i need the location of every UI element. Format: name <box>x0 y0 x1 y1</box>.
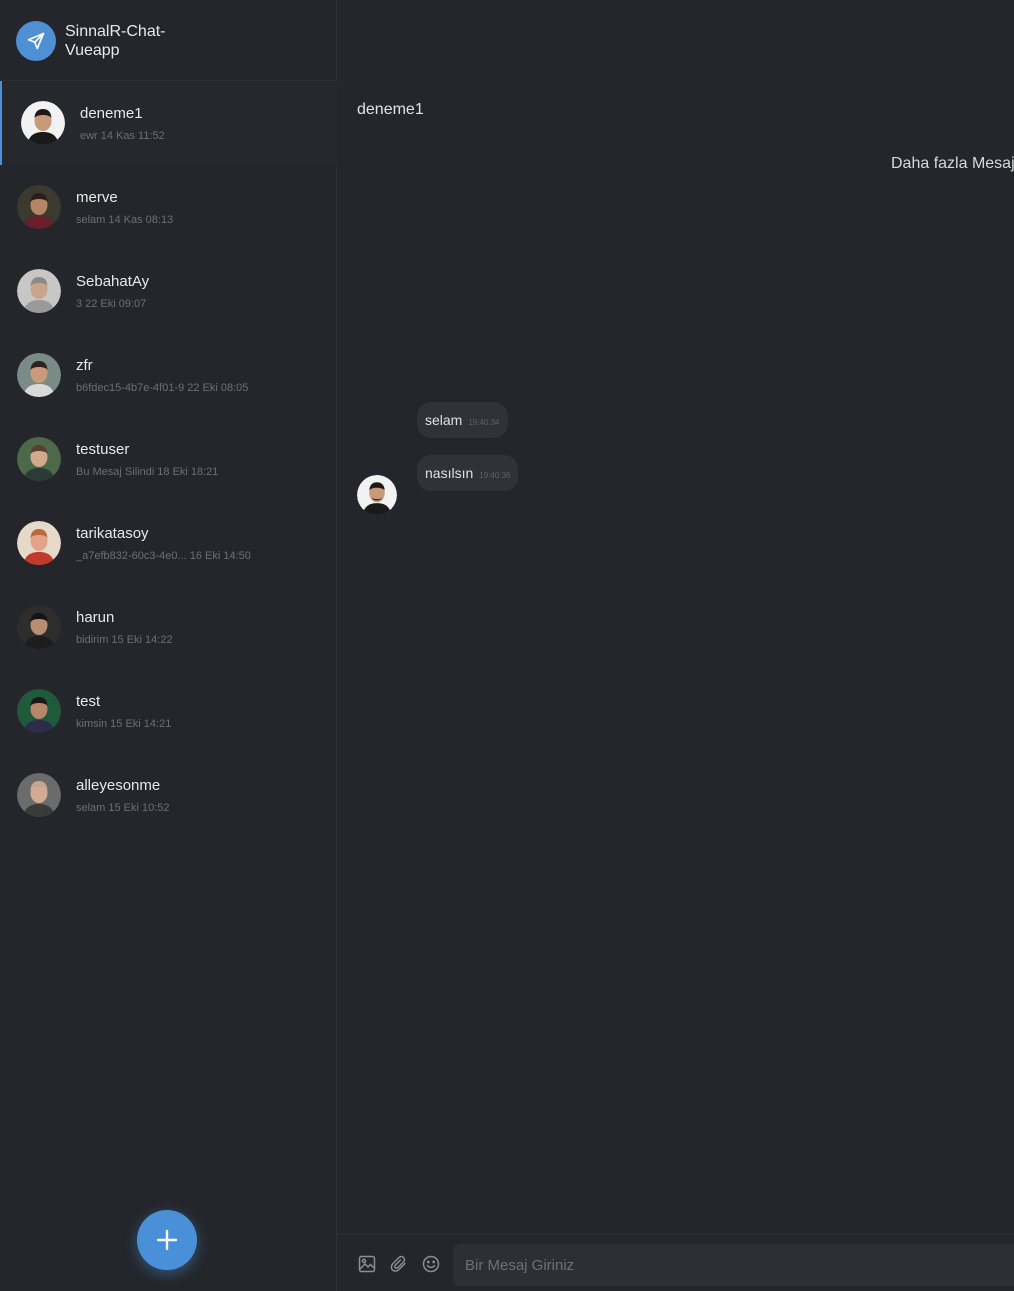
contact-preview: ewr 14 Kas 11:52 <box>80 130 165 142</box>
image-icon[interactable] <box>357 1254 377 1274</box>
message-text: selam <box>425 412 463 428</box>
last-message-time: 15 Eki 14:21 <box>110 718 172 730</box>
last-message-time: 15 Eki 14:22 <box>111 634 173 646</box>
last-message: selam <box>76 802 106 814</box>
contact-name: zfr <box>76 357 93 374</box>
avatar <box>17 689 61 733</box>
last-message-time: 22 Eki 09:07 <box>85 298 147 310</box>
app-title: SinnalR-Chat-Vueapp <box>65 23 166 59</box>
contact-preview: selam 14 Kas 08:13 <box>76 214 173 226</box>
sender-avatar <box>357 475 397 515</box>
message-composer <box>337 1234 1014 1291</box>
last-message: _a7efb832-60c3-4e0... <box>76 550 187 562</box>
message-bubble: selam 19:40:34 <box>417 402 508 438</box>
contact-name: deneme1 <box>80 105 143 122</box>
chat-panel: deneme1 Daha fazla Mesaj selam 19:40:34 … <box>337 0 1014 1291</box>
chat-title: deneme1 <box>357 101 424 118</box>
last-message-time: 15 Eki 10:52 <box>108 802 170 814</box>
message-input-wrapper <box>453 1244 1014 1286</box>
last-message: selam <box>76 214 106 226</box>
new-chat-button[interactable] <box>137 1210 197 1270</box>
contact-item-test[interactable]: test kimsin 15 Eki 14:21 <box>0 669 337 753</box>
contact-preview: selam 15 Eki 10:52 <box>76 802 170 814</box>
last-message: kimsin <box>76 718 108 730</box>
paperclip-icon[interactable] <box>389 1254 409 1274</box>
contact-name: alleyesonme <box>76 777 161 794</box>
contact-name: test <box>76 693 101 710</box>
avatar <box>17 185 61 229</box>
contact-item-harun[interactable]: harun bidirim 15 Eki 14:22 <box>0 585 337 669</box>
load-more-messages-link[interactable]: Daha fazla Mesaj <box>891 155 1014 173</box>
avatar <box>17 605 61 649</box>
contact-name: tarikatasoy <box>76 525 149 542</box>
last-message-time: 18 Eki 18:21 <box>157 466 219 478</box>
message-time: 19:40:34 <box>468 417 500 427</box>
last-message-time: 14 Kas 08:13 <box>108 214 174 226</box>
contact-item-zfr[interactable]: zfr b6fdec15-4b7e-4f01-9 22 Eki 08:05 <box>0 333 337 417</box>
last-message-time: 14 Kas 11:52 <box>100 130 165 142</box>
last-message: b6fdec15-4b7e-4f01-9 <box>76 382 185 394</box>
message-time: 19:40:36 <box>479 470 511 480</box>
contact-list: deneme1 ewr 14 Kas 11:52 merve selam 14 Kas 0… <box>0 81 337 837</box>
contact-item-sebahatay[interactable]: SebahatAy 3 22 Eki 09:07 <box>0 249 337 333</box>
contact-item-merve[interactable]: merve selam 14 Kas 08:13 <box>0 165 337 249</box>
last-message-time: 16 Eki 14:50 <box>189 550 251 562</box>
contact-preview: 3 22 Eki 09:07 <box>76 298 146 310</box>
contact-preview: b6fdec15-4b7e-4f01-9 22 Eki 08:05 <box>76 382 248 394</box>
message-bubble: nasılsın 19:40:36 <box>417 455 519 491</box>
message-text: nasılsın <box>425 465 474 481</box>
send-icon <box>16 21 56 61</box>
contact-item-alleyesonme[interactable]: alleyesonme selam 15 Eki 10:52 <box>0 753 337 837</box>
avatar <box>17 521 61 565</box>
last-message: Bu Mesaj Silindi <box>76 466 155 478</box>
contact-item-deneme1[interactable]: deneme1 ewr 14 Kas 11:52 <box>0 81 337 165</box>
last-message: 3 <box>76 298 83 310</box>
contact-preview: kimsin 15 Eki 14:21 <box>76 718 171 730</box>
contact-preview: bidirim 15 Eki 14:22 <box>76 634 173 646</box>
avatar <box>17 269 61 313</box>
contact-preview: Bu Mesaj Silindi 18 Eki 18:21 <box>76 466 218 478</box>
contact-preview: _a7efb832-60c3-4e0... 16 Eki 14:50 <box>76 550 251 562</box>
message-input[interactable] <box>453 1244 1014 1286</box>
chat-app: SinnalR-Chat-Vueapp deneme1 ewr 14 Kas 11:… <box>0 0 1014 1291</box>
last-message: bidirim <box>76 634 109 646</box>
avatar <box>17 773 61 817</box>
contact-name: harun <box>76 609 115 626</box>
avatar <box>17 353 61 397</box>
contact-name: testuser <box>76 441 130 458</box>
last-message: ewr <box>80 130 98 142</box>
sidebar: SinnalR-Chat-Vueapp deneme1 ewr 14 Kas 11:… <box>0 0 337 1291</box>
contact-name: merve <box>76 189 118 206</box>
avatar <box>17 437 61 481</box>
chat-header: deneme1 <box>337 81 1014 141</box>
last-message-time: 22 Eki 08:05 <box>187 382 249 394</box>
plus-icon <box>156 1229 178 1251</box>
contact-item-testuser[interactable]: testuser Bu Mesaj Silindi 18 Eki 18:21 <box>0 417 337 501</box>
contact-item-tarikatasoy[interactable]: tarikatasoy _a7efb832-60c3-4e0... 16 Eki 1… <box>0 501 337 585</box>
avatar <box>21 101 65 145</box>
brand-header: SinnalR-Chat-Vueapp <box>0 2 337 81</box>
contact-name: SebahatAy <box>76 273 150 290</box>
smiley-icon[interactable] <box>421 1254 441 1274</box>
